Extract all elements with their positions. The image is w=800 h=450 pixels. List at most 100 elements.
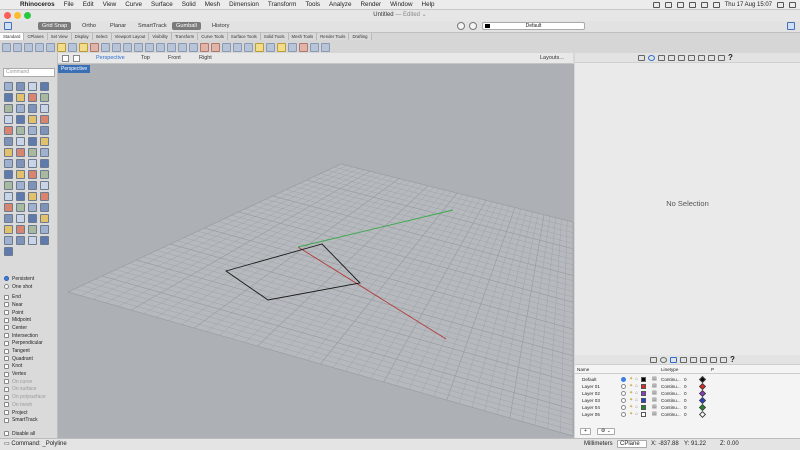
layer-print-width[interactable]: 0 (684, 383, 687, 390)
print-color-icon[interactable]: ▤ (652, 411, 657, 418)
layer-name[interactable]: Layer 05 (582, 411, 600, 418)
layer-name[interactable]: Layer 01 (582, 383, 600, 390)
layer-linetype[interactable]: Continu... (661, 376, 681, 383)
osnap-center[interactable]: Center (4, 324, 58, 332)
osnap-vertex[interactable]: Vertex (4, 370, 58, 378)
menu-app[interactable]: Rhinoceros (20, 0, 55, 10)
mirror-tool-icon[interactable] (4, 225, 13, 234)
menu-dimension[interactable]: Dimension (229, 0, 259, 10)
environment-props-tab-icon[interactable] (710, 357, 717, 363)
smarttrack-toggle[interactable]: SmartTrack (134, 22, 171, 30)
display-icon[interactable] (652, 2, 660, 8)
lock-icon[interactable]: ⌂ (635, 376, 638, 383)
trim-tool-icon[interactable] (4, 236, 13, 245)
tab-display[interactable]: Display (71, 33, 93, 40)
loft-tool-icon[interactable] (16, 115, 25, 124)
rotate-view-icon[interactable] (123, 42, 132, 52)
menu-tools[interactable]: Tools (305, 0, 320, 10)
menu-view[interactable]: View (103, 0, 117, 10)
layer-row[interactable]: Layer 01 ✦ ⌂ ▤ Continu... 0 (575, 382, 800, 391)
zoom-icon[interactable] (134, 42, 143, 52)
visibility-bulb-icon[interactable]: ✦ (629, 390, 633, 397)
lights-tab-icon[interactable] (698, 55, 705, 61)
tab-select[interactable]: Select (92, 33, 112, 40)
osnap-quadrant[interactable]: Quadrant (4, 355, 58, 363)
persistent-radio[interactable] (4, 276, 9, 282)
copy-icon[interactable] (68, 42, 77, 52)
osnap-smarttrack-checkbox[interactable] (4, 417, 9, 423)
arc-tool-icon[interactable] (16, 181, 25, 190)
layer-linetype[interactable]: Continu... (661, 397, 681, 404)
visibility-bulb-icon[interactable]: ✦ (629, 376, 633, 383)
osnap-midpoint-checkbox[interactable] (4, 317, 9, 323)
ortho-toggle[interactable]: Ortho (78, 22, 100, 30)
osnap-perpendicular[interactable]: Perpendicular (4, 340, 58, 348)
layers-active-tab-icon[interactable] (670, 357, 677, 363)
sweep-tool-icon[interactable] (28, 115, 37, 124)
boolean-tool-icon[interactable] (40, 203, 49, 212)
visibility-bulb-icon[interactable]: ✦ (629, 404, 633, 411)
osnap-midpoint[interactable]: Midpoint (4, 316, 58, 324)
layer-color-swatch[interactable] (641, 412, 646, 417)
layer-options-button[interactable]: ⚙ ⌄ (596, 427, 615, 435)
tab-cplanes[interactable]: CPlanes (24, 33, 48, 40)
command-input[interactable]: Command (3, 68, 55, 77)
units-display[interactable]: Millimeters (584, 440, 613, 448)
render-props-tab-icon[interactable] (690, 357, 697, 363)
mesh-tool-icon[interactable] (4, 126, 13, 135)
tab-viewport-layout[interactable]: Viewport Layout (111, 33, 150, 40)
osnap-knot-checkbox[interactable] (4, 363, 9, 369)
properties-icon[interactable] (288, 42, 297, 52)
pan-icon[interactable] (112, 42, 121, 52)
move-tool-icon[interactable] (16, 214, 25, 223)
show-objects-icon[interactable] (244, 42, 253, 52)
fillet-tool-icon[interactable] (40, 93, 49, 102)
curve-tool-icon[interactable] (28, 93, 37, 102)
point-tool-icon[interactable] (16, 82, 25, 91)
layer-color-swatch[interactable] (641, 384, 646, 389)
single-viewport-icon[interactable] (62, 55, 69, 62)
display-tab-icon[interactable] (668, 55, 675, 61)
surface-tool-icon[interactable] (40, 192, 49, 201)
zoom-extents-icon[interactable] (156, 42, 165, 52)
set-current-layer-toggle[interactable] (621, 391, 626, 396)
polyline-tool-icon[interactable] (28, 170, 37, 179)
lock-icon[interactable]: ⌂ (635, 411, 638, 418)
open-file-icon[interactable] (13, 42, 22, 52)
unlock-objects-icon[interactable] (266, 42, 275, 52)
layers-linetype-header[interactable]: Linetype (661, 366, 678, 374)
circle-tool-icon[interactable] (4, 93, 13, 102)
tab-render-tools[interactable]: Render Tools (317, 33, 350, 40)
point-tool-icon[interactable] (16, 170, 25, 179)
osnap-intersection-checkbox[interactable] (4, 333, 9, 339)
sweep-tool-icon[interactable] (28, 203, 37, 212)
print-icon[interactable] (35, 42, 44, 52)
layer-row[interactable]: Layer 03 ✦ ⌂ ▤ Continu... 0 (575, 396, 800, 405)
layer-row[interactable]: Layer 05 ✦ ⌂ ▤ Continu... 0 (575, 410, 800, 419)
layer-row[interactable]: Layer 02 ✦ ⌂ ▤ Continu... 0 (575, 389, 800, 398)
move-tool-icon[interactable] (16, 126, 25, 135)
join-tool-icon[interactable] (28, 225, 37, 234)
osnap-on-curve[interactable]: On curve (4, 378, 58, 386)
options-icon[interactable] (310, 42, 319, 52)
layer-material-swatch[interactable] (698, 410, 707, 419)
perspective-viewport[interactable] (58, 64, 574, 438)
osnap-on-polysurface-checkbox[interactable] (4, 394, 9, 400)
import-icon[interactable] (46, 42, 55, 52)
print-color-icon[interactable]: ▤ (652, 397, 657, 404)
tab-mesh-tools[interactable]: Mesh Tools (288, 33, 318, 40)
save-icon[interactable] (24, 42, 33, 52)
render-icon[interactable] (200, 42, 209, 52)
menu-edit[interactable]: Edit (83, 0, 94, 10)
layer-color-swatch[interactable] (641, 377, 646, 382)
snap-tool-icon[interactable] (28, 159, 37, 168)
camera-tab-icon[interactable] (678, 55, 685, 61)
right-sidebar-toggle-icon[interactable] (787, 22, 795, 30)
menu-transform[interactable]: Transform (268, 0, 296, 10)
left-sidebar-toggle-icon[interactable] (4, 22, 12, 30)
hide-objects-icon[interactable] (233, 42, 242, 52)
menu-clock[interactable]: Thu 17 Aug 15:07 (725, 2, 772, 8)
osnap-vertex-checkbox[interactable] (4, 371, 9, 377)
layer-print-width[interactable]: 0 (684, 390, 687, 397)
explode-tool-icon[interactable] (40, 225, 49, 234)
